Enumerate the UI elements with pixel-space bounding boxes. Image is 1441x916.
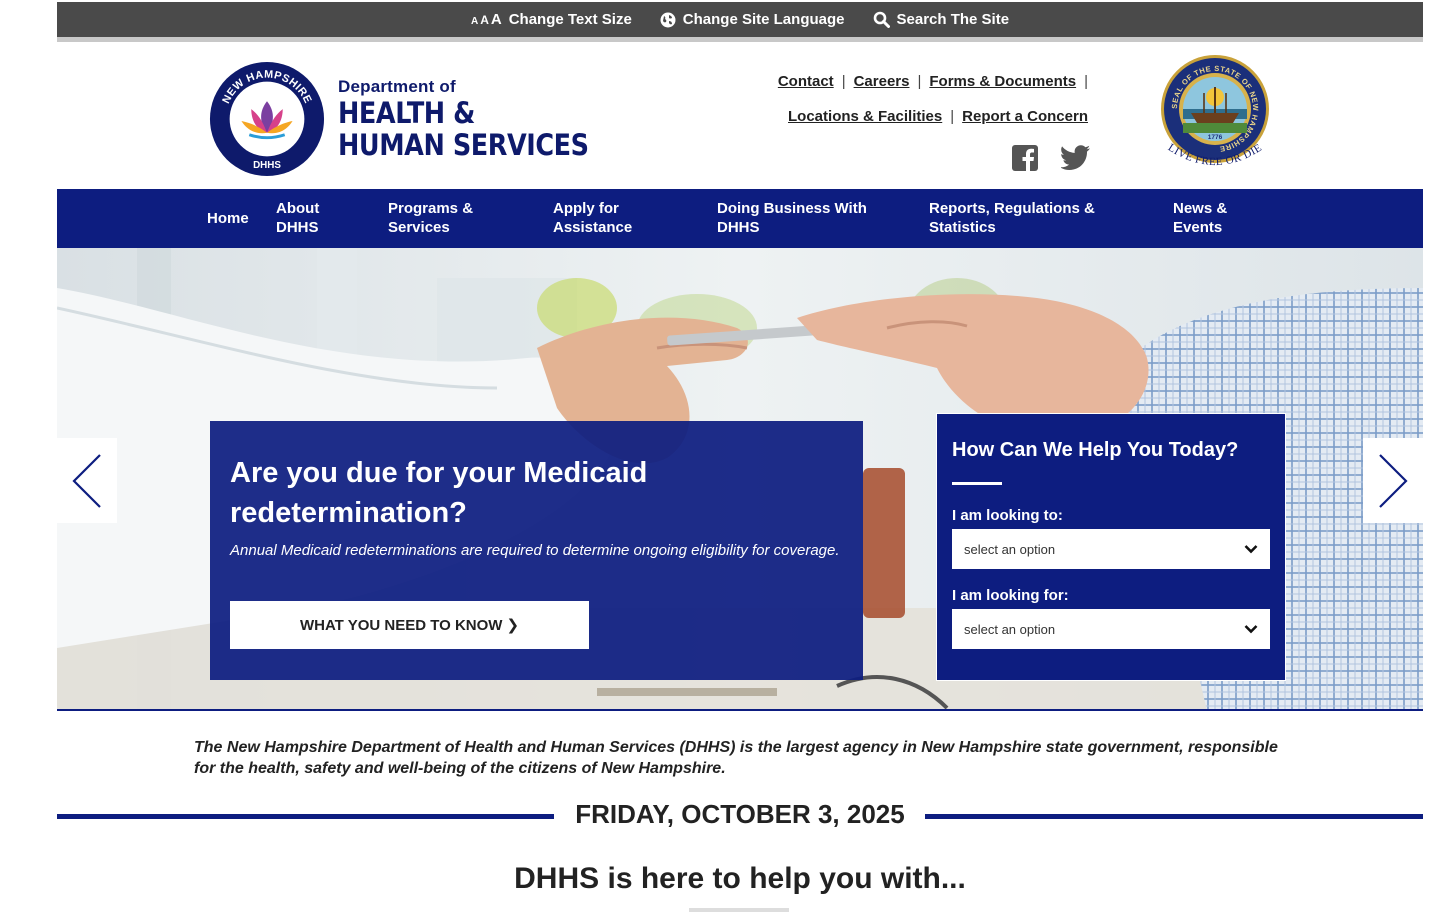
promo-panel: Are you due for your Medicaid redetermin… [210, 421, 863, 680]
agency-intro: The New Hampshire Department of Health a… [194, 739, 1278, 777]
nav-reports-regulations[interactable]: Reports, Regulations & Statistics [929, 199, 1095, 237]
help-with-heading: DHHS is here to help you with... [514, 862, 966, 895]
contact-link[interactable]: Contact [778, 73, 834, 90]
nav-news-events[interactable]: News & Events [1173, 199, 1227, 237]
careers-link[interactable]: Careers [854, 73, 910, 90]
help-finder-panel: How Can We Help You Today? I am looking … [936, 413, 1286, 681]
page: A A A Change Text Size Change Site Langu… [57, 0, 1423, 916]
locations-facilities-link[interactable]: Locations & Facilities [788, 108, 942, 125]
looking-to-select[interactable]: select an option [952, 529, 1270, 569]
globe-icon [660, 12, 676, 28]
logo-dept-text: Department of [338, 77, 456, 96]
nh-state-seal: SEAL OF THE STATE OF NEW HAMPSHIRE 1776 … [1161, 55, 1269, 168]
chevron-right-icon [1379, 453, 1408, 508]
dhhs-logo[interactable]: NEW HAMPSHIRE DHHS Department of HEALTH … [208, 60, 623, 178]
logo-line2: HUMAN SERVICES [338, 128, 589, 162]
nav-doing-business[interactable]: Doing Business With DHHS [717, 199, 867, 237]
header-links: Contact | Careers | Forms & Documents | … [777, 73, 1088, 125]
social-links [1011, 144, 1090, 172]
change-text-size-button[interactable]: A A A Change Text Size [471, 11, 632, 28]
nav-home[interactable]: Home [207, 209, 249, 228]
facebook-icon[interactable] [1011, 144, 1039, 172]
main-nav: Home About DHHS Programs & Services Apply … [57, 189, 1423, 248]
chevron-left-icon [72, 453, 101, 508]
promo-body: Annual Medicaid redeterminations are req… [230, 542, 840, 559]
help-finder-title: How Can We Help You Today? [952, 439, 1239, 461]
change-text-size-label: Change Text Size [508, 11, 632, 28]
nav-apply-assistance[interactable]: Apply for Assistance [553, 199, 632, 237]
search-icon [873, 11, 890, 28]
change-language-label: Change Site Language [682, 11, 845, 28]
search-site-button[interactable]: Search The Site [873, 11, 1010, 28]
chevron-down-icon [1244, 625, 1258, 634]
help-finder-divider [952, 482, 1002, 485]
current-date: FRIDAY, OCTOBER 3, 2025 [575, 799, 905, 829]
forms-documents-link[interactable]: Forms & Documents [929, 73, 1076, 90]
chevron-right-icon: ❯ [506, 617, 520, 634]
carousel-prev-button[interactable] [57, 438, 117, 523]
utility-bar: A A A Change Text Size Change Site Langu… [57, 2, 1423, 42]
chevron-down-icon [1244, 545, 1258, 554]
dhhs-lotus-icon: NEW HAMPSHIRE DHHS [209, 61, 325, 177]
logo-ring-bottom-text: DHHS [253, 160, 281, 171]
what-you-need-to-know-button[interactable]: WHAT YOU NEED TO KNOW ❯ [230, 601, 589, 649]
nav-about-dhhs[interactable]: About DHHS [276, 199, 319, 237]
hero-carousel: Are you due for your Medicaid redetermin… [57, 248, 1423, 711]
report-concern-link[interactable]: Report a Concern [962, 108, 1088, 125]
carousel-next-button[interactable] [1363, 438, 1423, 523]
search-site-label: Search The Site [896, 11, 1010, 28]
twitter-icon[interactable] [1060, 144, 1090, 172]
looking-to-label: I am looking to: [952, 507, 1063, 524]
change-language-button[interactable]: Change Site Language [660, 11, 845, 28]
logo-line1: HEALTH & [338, 96, 475, 130]
seal-year-text: 1776 [1208, 134, 1223, 141]
nav-programs-services[interactable]: Programs & Services [388, 199, 473, 237]
looking-for-select[interactable]: select an option [952, 609, 1270, 649]
site-header: NEW HAMPSHIRE DHHS Department of HEALTH … [57, 47, 1423, 189]
promo-title: Are you due for your Medicaid redetermin… [230, 457, 648, 529]
help-heading-underline [689, 908, 789, 912]
text-size-icon: A A A [470, 11, 502, 28]
looking-for-label: I am looking for: [952, 587, 1069, 604]
date-banner: FRIDAY, OCTOBER 3, 2025 [57, 799, 1423, 833]
